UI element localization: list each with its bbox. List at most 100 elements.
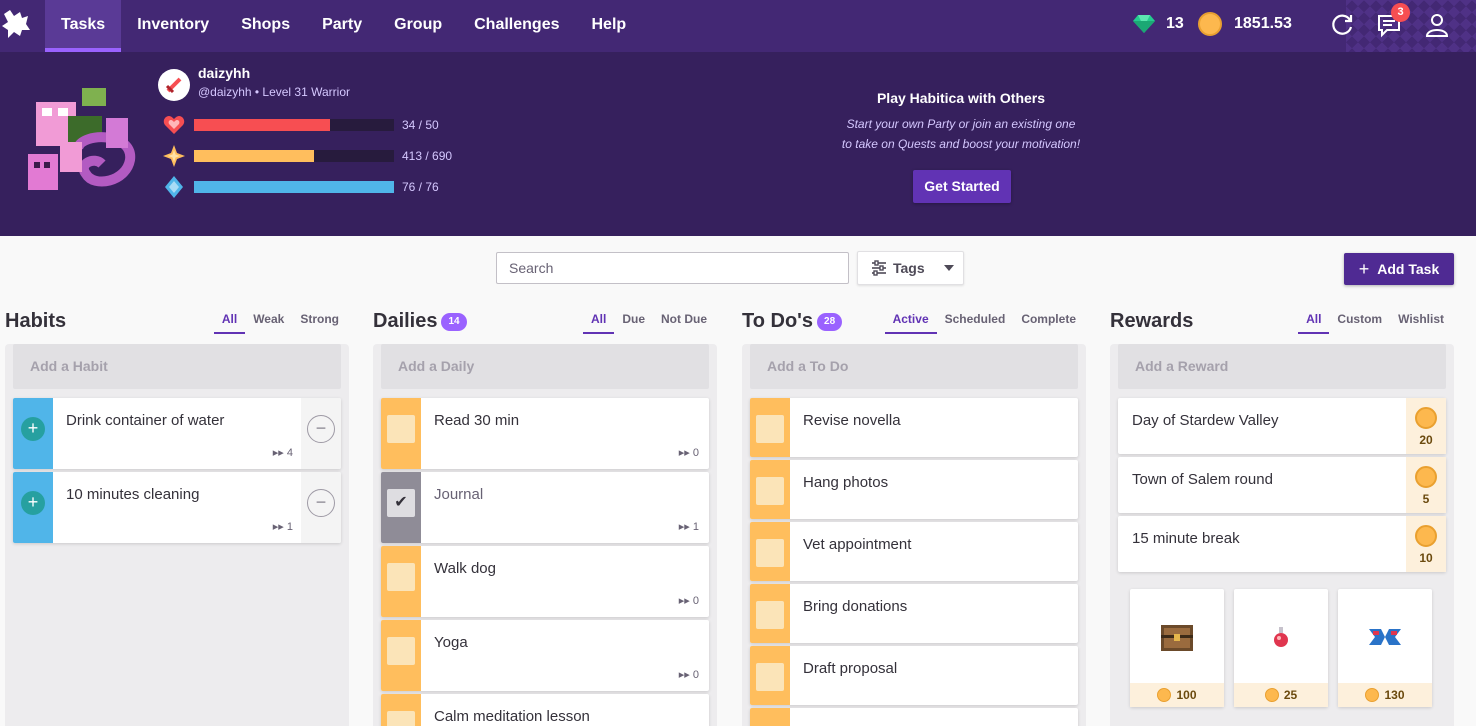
checkbox[interactable] xyxy=(756,477,784,505)
checkbox[interactable] xyxy=(756,415,784,443)
shop-item[interactable]: 100 xyxy=(1130,589,1224,707)
habit-minus-area[interactable]: − xyxy=(301,472,341,543)
nav-party[interactable]: Party xyxy=(306,0,378,52)
search-input[interactable] xyxy=(496,252,849,284)
habitica-logo-icon[interactable] xyxy=(0,6,32,42)
add-daily-input[interactable]: Add a Daily xyxy=(381,344,709,389)
todos-filter-active[interactable]: Active xyxy=(884,312,937,334)
nav-inventory[interactable]: Inventory xyxy=(121,0,225,52)
nav-shops[interactable]: Shops xyxy=(225,0,306,52)
daily-check-area[interactable] xyxy=(381,694,421,726)
todo-item[interactable]: Bring donations xyxy=(750,584,1078,643)
rewards-filter-wishlist[interactable]: Wishlist xyxy=(1390,312,1452,334)
todo-item[interactable]: Revise novella xyxy=(750,398,1078,457)
health-bar xyxy=(194,119,394,131)
todo-item[interactable]: Hang photos xyxy=(750,460,1078,519)
habit-minus-area[interactable]: − xyxy=(301,398,341,469)
rewards-filter-custom[interactable]: Custom xyxy=(1329,312,1390,334)
star-icon xyxy=(163,145,185,167)
habit-plus-area[interactable]: + xyxy=(13,398,53,469)
add-task-button[interactable]: + Add Task xyxy=(1344,253,1454,285)
dailies-title-wrap: Dailies 14 xyxy=(373,310,467,333)
reward-buy-button[interactable]: 20 xyxy=(1406,398,1446,454)
todo-item[interactable] xyxy=(750,708,1078,726)
checkbox[interactable] xyxy=(756,601,784,629)
todos-filter-scheduled[interactable]: Scheduled xyxy=(937,312,1014,334)
todo-check-area[interactable] xyxy=(750,584,790,643)
habit-streak: ▸▸ 4 xyxy=(272,447,293,459)
daily-item[interactable]: Yoga ▸▸ 0 xyxy=(381,620,709,691)
nav-challenges[interactable]: Challenges xyxy=(458,0,575,52)
mana-stat: 76 / 76 xyxy=(162,175,439,199)
plus-icon[interactable]: + xyxy=(21,491,45,515)
gold-counter[interactable]: 1851.53 xyxy=(1198,12,1292,36)
avatar[interactable] xyxy=(22,78,138,200)
reward-item[interactable]: Day of Stardew Valley 20 xyxy=(1118,398,1446,454)
minus-icon[interactable]: − xyxy=(307,415,335,443)
daily-item[interactable]: Read 30 min ▸▸ 0 xyxy=(381,398,709,469)
todo-check-area[interactable] xyxy=(750,398,790,457)
rewards-list: Add a Reward Day of Stardew Valley 20 To… xyxy=(1110,344,1454,726)
gold-coin-icon xyxy=(1415,407,1437,429)
sync-icon[interactable] xyxy=(1329,12,1355,38)
todo-item[interactable]: Draft proposal xyxy=(750,646,1078,705)
checkbox[interactable] xyxy=(387,711,415,726)
todo-text: Vet appointment xyxy=(803,536,912,553)
nav-tasks[interactable]: Tasks xyxy=(45,0,122,52)
habits-title: Habits xyxy=(5,310,67,332)
reward-buy-button[interactable]: 5 xyxy=(1406,457,1446,513)
party-cta-line-1: Start your own Party or join an existing… xyxy=(846,117,1076,131)
dailies-filter-due[interactable]: Due xyxy=(614,312,653,334)
nav-help[interactable]: Help xyxy=(575,0,642,52)
gold-coin-icon xyxy=(1264,688,1279,702)
daily-check-area[interactable]: ✔ xyxy=(381,472,421,543)
checkmark-icon[interactable]: ✔ xyxy=(387,489,415,517)
user-icon[interactable] xyxy=(1424,12,1450,38)
health-text: 34 / 50 xyxy=(402,118,439,132)
shop-item[interactable]: 25 xyxy=(1234,589,1328,707)
todo-check-area[interactable] xyxy=(750,522,790,581)
checkbox[interactable] xyxy=(387,415,415,443)
reward-item[interactable]: 15 minute break 10 xyxy=(1118,516,1446,572)
reward-buy-button[interactable]: 10 xyxy=(1406,516,1446,572)
add-todo-input[interactable]: Add a To Do xyxy=(750,344,1078,389)
shop-item-price-value: 25 xyxy=(1283,688,1298,702)
add-habit-input[interactable]: Add a Habit xyxy=(13,344,341,389)
todo-text: Hang photos xyxy=(803,474,889,491)
dailies-filter-not-due[interactable]: Not Due xyxy=(653,312,715,334)
habits-filter-strong[interactable]: Strong xyxy=(292,312,347,334)
daily-item[interactable]: Walk dog ▸▸ 0 xyxy=(381,546,709,617)
todo-check-area[interactable] xyxy=(750,708,790,726)
reward-price: 5 xyxy=(1422,492,1430,506)
checkbox[interactable] xyxy=(387,637,415,665)
rewards-filter-all[interactable]: All xyxy=(1298,312,1330,334)
habit-item[interactable]: + Drink container of water ▸▸ 4 − xyxy=(13,398,341,469)
tags-dropdown[interactable]: Tags xyxy=(857,251,964,285)
todos-filter-complete[interactable]: Complete xyxy=(1013,312,1084,334)
nav-group[interactable]: Group xyxy=(378,0,458,52)
habits-filter-all[interactable]: All xyxy=(213,312,246,334)
daily-item-completed[interactable]: ✔ Journal ▸▸ 1 xyxy=(381,472,709,543)
add-reward-input[interactable]: Add a Reward xyxy=(1118,344,1446,389)
daily-check-area[interactable] xyxy=(381,398,421,469)
dailies-filter-all[interactable]: All xyxy=(582,312,615,334)
daily-check-area[interactable] xyxy=(381,620,421,691)
habits-filter-weak[interactable]: Weak xyxy=(245,312,292,334)
todo-check-area[interactable] xyxy=(750,460,790,519)
get-started-button[interactable]: Get Started xyxy=(913,170,1011,203)
minus-icon[interactable]: − xyxy=(307,489,335,517)
checkbox[interactable] xyxy=(756,539,784,567)
habit-plus-area[interactable]: + xyxy=(13,472,53,543)
shop-item[interactable]: 130 xyxy=(1338,589,1432,707)
checkbox[interactable] xyxy=(756,663,784,691)
habit-item[interactable]: + 10 minutes cleaning ▸▸ 1 − xyxy=(13,472,341,543)
reward-item[interactable]: Town of Salem round 5 xyxy=(1118,457,1446,513)
plus-icon[interactable]: + xyxy=(21,417,45,441)
gems-counter[interactable]: 13 xyxy=(1132,14,1184,34)
daily-check-area[interactable] xyxy=(381,546,421,617)
checkbox[interactable] xyxy=(387,563,415,591)
daily-item[interactable]: Calm meditation lesson xyxy=(381,694,709,726)
todo-check-area[interactable] xyxy=(750,646,790,705)
dailies-list: Add a Daily Read 30 min ▸▸ 0 ✔ Journal ▸… xyxy=(373,344,717,726)
todo-item[interactable]: Vet appointment xyxy=(750,522,1078,581)
